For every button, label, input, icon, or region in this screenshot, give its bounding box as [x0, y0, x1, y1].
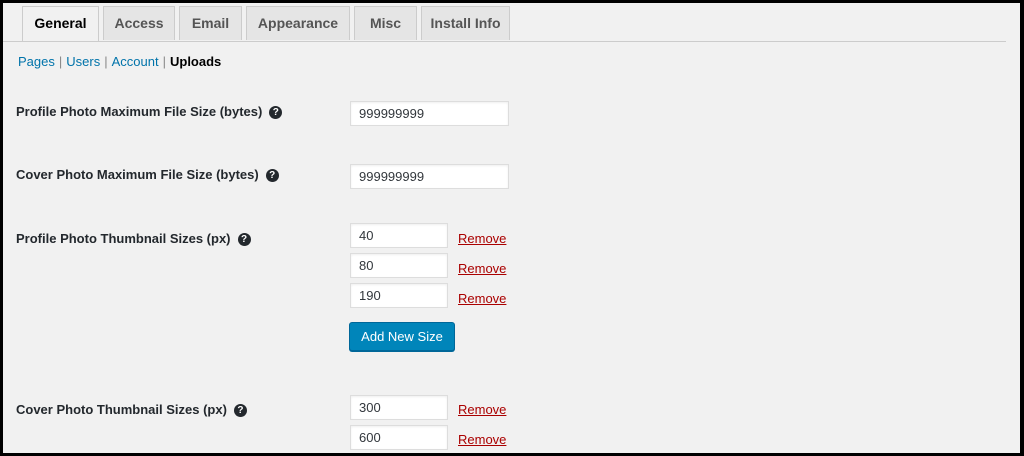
- question-circle-icon[interactable]: ?: [265, 168, 279, 182]
- add-new-size-button[interactable]: Add New Size: [349, 322, 455, 351]
- tab-install-info[interactable]: Install Info: [421, 6, 510, 40]
- cover-thumb-sizes-label-text: Cover Photo Thumbnail Sizes (px): [16, 402, 227, 417]
- cover-max-size-label: Cover Photo Maximum File Size (bytes) ?: [16, 167, 279, 183]
- subnav-users[interactable]: Users: [66, 54, 100, 69]
- remove-size-link[interactable]: Remove: [458, 402, 506, 418]
- profile-max-size-label-text: Profile Photo Maximum File Size (bytes): [16, 104, 263, 119]
- subnav-separator: |: [104, 54, 108, 69]
- subnav-pages[interactable]: Pages: [18, 54, 55, 69]
- settings-page: General Access Email Appearance Misc Ins…: [3, 3, 1020, 453]
- profile-thumb-size-input[interactable]: [350, 223, 448, 248]
- settings-tabs: General Access Email Appearance Misc Ins…: [3, 3, 1006, 42]
- subnav-separator: |: [162, 54, 166, 69]
- cover-max-size-label-text: Cover Photo Maximum File Size (bytes): [16, 167, 259, 182]
- profile-max-size-label: Profile Photo Maximum File Size (bytes) …: [16, 104, 283, 120]
- profile-thumb-size-input[interactable]: [350, 253, 448, 278]
- cover-thumb-sizes-label: Cover Photo Thumbnail Sizes (px) ?: [16, 402, 247, 418]
- subnav-separator: |: [58, 54, 63, 69]
- subnav-uploads: Uploads: [169, 54, 222, 69]
- profile-thumb-size-input[interactable]: [350, 283, 448, 308]
- cover-max-size-input[interactable]: [350, 164, 509, 189]
- remove-size-link[interactable]: Remove: [458, 261, 506, 277]
- tab-email[interactable]: Email: [179, 6, 242, 40]
- question-circle-icon[interactable]: ?: [233, 403, 247, 417]
- remove-size-link[interactable]: Remove: [458, 231, 506, 247]
- profile-max-size-input[interactable]: [350, 101, 509, 126]
- cover-thumb-size-input[interactable]: [350, 425, 448, 450]
- tab-general[interactable]: General: [22, 6, 99, 41]
- profile-thumb-sizes-label-text: Profile Photo Thumbnail Sizes (px): [16, 231, 231, 246]
- subsection-nav: Pages | Users | Account | Uploads: [18, 54, 221, 70]
- remove-size-link[interactable]: Remove: [458, 291, 506, 307]
- tab-misc[interactable]: Misc: [354, 6, 417, 40]
- question-circle-icon[interactable]: ?: [269, 105, 283, 119]
- subnav-account[interactable]: Account: [112, 54, 159, 69]
- tab-appearance[interactable]: Appearance: [246, 6, 350, 40]
- remove-size-link[interactable]: Remove: [458, 432, 506, 448]
- profile-thumb-sizes-label: Profile Photo Thumbnail Sizes (px) ?: [16, 231, 251, 247]
- tab-access[interactable]: Access: [103, 6, 175, 40]
- cover-thumb-size-input[interactable]: [350, 395, 448, 420]
- question-circle-icon[interactable]: ?: [237, 232, 251, 246]
